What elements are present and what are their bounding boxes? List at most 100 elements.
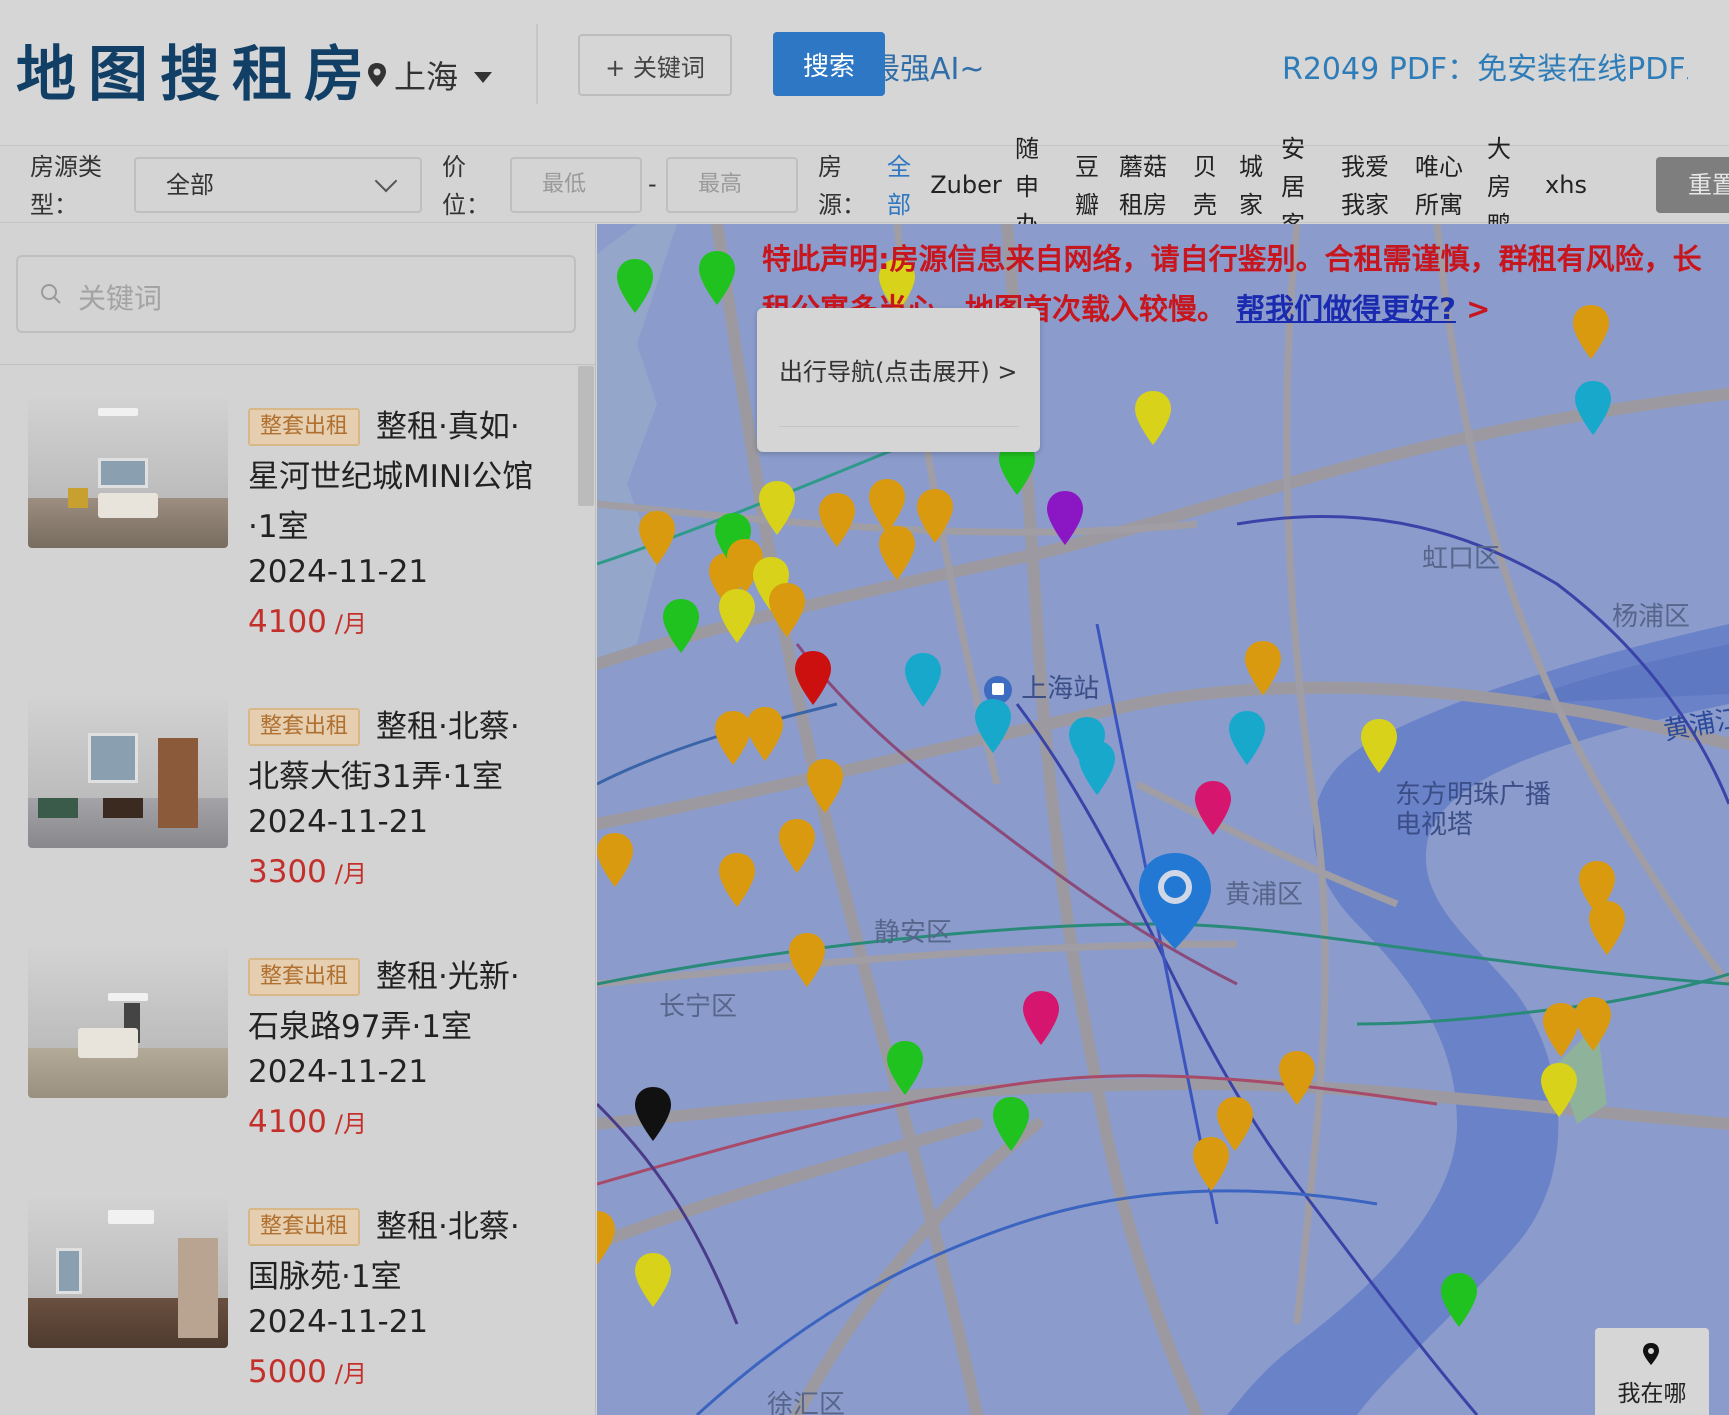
pdf-ad-link[interactable]: R2049 PDF：免安装在线PDF工具 (1282, 44, 1688, 88)
listing-marker-icon[interactable] (1440, 1272, 1478, 1328)
price-unit: /月 (334, 1110, 367, 1138)
listing-marker-icon[interactable] (1540, 1062, 1578, 1118)
type-filter-label: 房源类型： (30, 153, 102, 219)
search-button[interactable]: 搜索 (773, 32, 885, 96)
poi-label: 东方明珠广播电视塔 (1395, 780, 1555, 840)
source-mogu[interactable]: 蘑菇租房 (1116, 148, 1170, 224)
source-douban[interactable]: 豆瓣 (1072, 148, 1102, 224)
listing-marker-icon[interactable] (718, 588, 756, 644)
listing-marker-icon[interactable] (1192, 1136, 1230, 1192)
source-suishenban[interactable]: 随申办 (1014, 130, 1040, 224)
listing-marker-icon[interactable] (1046, 490, 1084, 546)
listing-photo[interactable] (28, 398, 228, 548)
listing-marker-icon[interactable] (638, 510, 676, 566)
listing-marker-icon[interactable] (758, 480, 796, 536)
source-weixin[interactable]: 唯心所寓 (1412, 148, 1466, 224)
listing-price: 4100/月 (248, 1104, 367, 1140)
listing-marker-icon[interactable] (1588, 900, 1626, 956)
listing-marker-icon[interactable] (698, 250, 736, 306)
listing-marker-icon[interactable] (788, 932, 826, 988)
district-label: 杨浦区 (1612, 602, 1691, 632)
price-min-input[interactable]: 最低 (510, 157, 642, 213)
listing-marker-icon[interactable] (1022, 990, 1060, 1046)
listing-marker-icon[interactable] (597, 1210, 616, 1266)
type-select-value: 全部 (166, 171, 214, 199)
price-value: 4100 (248, 1104, 327, 1140)
listing-marker-icon[interactable] (886, 1040, 924, 1096)
city-selector[interactable]: 上海 (366, 52, 493, 98)
listing-marker-icon[interactable] (1574, 996, 1612, 1052)
source-zuber[interactable]: Zuber (928, 166, 1004, 206)
listing-photo[interactable] (28, 948, 228, 1098)
listing-marker-icon[interactable] (1078, 740, 1116, 796)
listing-item[interactable]: 整租·真如·星河世纪城MINI公馆·1室 整套出租 2024-11-21 410… (28, 398, 548, 648)
listing-marker-icon[interactable] (1360, 718, 1398, 774)
poi-name: 东方明珠广播电视塔 (1395, 780, 1552, 840)
listing-marker-icon[interactable] (597, 832, 634, 888)
search-icon (41, 284, 61, 304)
source-beike[interactable]: 贝壳 (1190, 148, 1220, 224)
district-label: 徐汇区 (767, 1390, 846, 1415)
keyword-search-input[interactable]: 关键词 (16, 255, 576, 333)
current-location-pin-icon[interactable] (1135, 851, 1215, 951)
price-separator: - (648, 170, 657, 198)
type-select[interactable]: 全部 (134, 157, 422, 213)
listing-marker-icon[interactable] (616, 258, 654, 314)
price-unit: /月 (334, 1360, 367, 1388)
listing-sidebar: 关键词 整租·真如·星河世纪城MINI公馆·1室 整套出租 2024-11-21… (0, 224, 596, 1415)
listing-marker-icon[interactable] (1228, 710, 1266, 766)
listing-marker-icon[interactable] (718, 852, 756, 908)
listing-marker-icon[interactable] (878, 525, 916, 581)
source-dafangya[interactable]: 大房鸭 (1486, 130, 1512, 224)
listing-price: 5000/月 (248, 1354, 367, 1390)
listing-marker-icon[interactable] (634, 1086, 672, 1142)
price-value: 3300 (248, 854, 327, 890)
price-max-input[interactable]: 最高 (666, 157, 798, 213)
divider (779, 426, 1019, 427)
location-pin-icon (1643, 1343, 1659, 1365)
district-label: 黄浦区 (1225, 880, 1304, 910)
source-woaiwojia[interactable]: 我爱我家 (1338, 148, 1392, 224)
source-anjuke[interactable]: 安居客 (1280, 130, 1306, 224)
source-chengjia[interactable]: 城家 (1236, 148, 1266, 224)
listing-type-badge: 整套出租 (248, 708, 361, 746)
listing-marker-icon[interactable] (818, 492, 856, 548)
listing-marker-icon[interactable] (1134, 390, 1172, 446)
listing-marker-icon[interactable] (992, 1096, 1030, 1152)
listing-marker-icon[interactable] (916, 488, 954, 544)
listing-marker-icon[interactable] (768, 582, 806, 638)
listing-marker-icon[interactable] (794, 650, 832, 706)
listing-marker-icon[interactable] (778, 818, 816, 874)
add-keyword-button[interactable]: + 关键词 (578, 34, 732, 96)
listing-photo[interactable] (28, 1198, 228, 1348)
listing-marker-icon[interactable] (1244, 640, 1282, 696)
listing-item[interactable]: 整租·北蔡·北蔡大街31弄·1室 整套出租 2024-11-21 3300/月 (28, 698, 548, 948)
navigation-popup[interactable]: 出行导航(点击展开) > (757, 308, 1040, 452)
source-xhs[interactable]: xhs (1544, 166, 1588, 206)
map-canvas[interactable]: 虹口区 杨浦区 黄浦区 静安区 长宁区 徐汇区 上海站 东方明珠广播电视塔 黄浦… (597, 224, 1729, 1415)
listing-marker-icon[interactable] (746, 706, 784, 762)
listing-marker-icon[interactable] (634, 1252, 672, 1308)
listing-marker-icon[interactable] (1278, 1050, 1316, 1106)
listing-marker-icon[interactable] (1574, 380, 1612, 436)
district-label: 静安区 (874, 918, 953, 948)
listing-item[interactable]: 整租·光新·石泉路97弄·1室 整套出租 2024-11-21 4100/月 (28, 948, 548, 1198)
listing-marker-icon[interactable] (974, 698, 1012, 754)
listing-marker-icon[interactable] (662, 598, 700, 654)
listing-marker-icon[interactable] (806, 758, 844, 814)
city-name: 上海 (394, 58, 459, 96)
navigation-expand-label[interactable]: 出行导航(点击展开) > (779, 352, 1017, 387)
listing-date: 2024-11-21 (248, 804, 429, 840)
scrollbar[interactable] (578, 366, 594, 506)
listing-marker-icon[interactable] (1194, 780, 1232, 836)
reset-button[interactable]: 重置 (1656, 157, 1729, 213)
listing-photo[interactable] (28, 698, 228, 848)
locate-me-button[interactable]: 我在哪 (1595, 1328, 1709, 1415)
listing-marker-icon[interactable] (904, 652, 942, 708)
feedback-link[interactable]: 帮我们做得更好? (1236, 292, 1456, 326)
district-label: 长宁区 (659, 992, 738, 1022)
ai-promo-text[interactable]: 最强AI~ (870, 44, 985, 88)
caret-down-icon (474, 71, 493, 83)
listing-item[interactable]: 整租·北蔡·国脉苑·1室 整套出租 2024-11-21 5000/月 (28, 1198, 548, 1415)
source-all[interactable]: 全部 (884, 148, 914, 224)
